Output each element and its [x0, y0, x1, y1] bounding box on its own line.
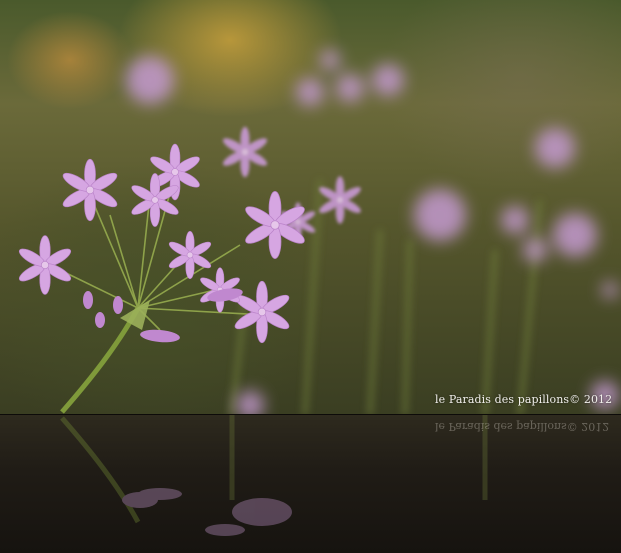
- copyright-watermark-reflection: le Paradis des papillons© 2012: [435, 420, 610, 433]
- reflection-scene: [60, 415, 488, 536]
- photo-frame: le Paradis des papillons© 2012 le Paradi…: [0, 0, 621, 553]
- water-reflection: [0, 415, 621, 553]
- foreground-flowers: [17, 144, 307, 343]
- flower-scene: [0, 50, 619, 415]
- flower-buds: [83, 288, 243, 343]
- midground-flowers: [221, 127, 363, 242]
- flower-photo: [0, 0, 621, 415]
- copyright-watermark: le Paradis des papillons© 2012: [435, 393, 613, 406]
- bract: [120, 300, 150, 330]
